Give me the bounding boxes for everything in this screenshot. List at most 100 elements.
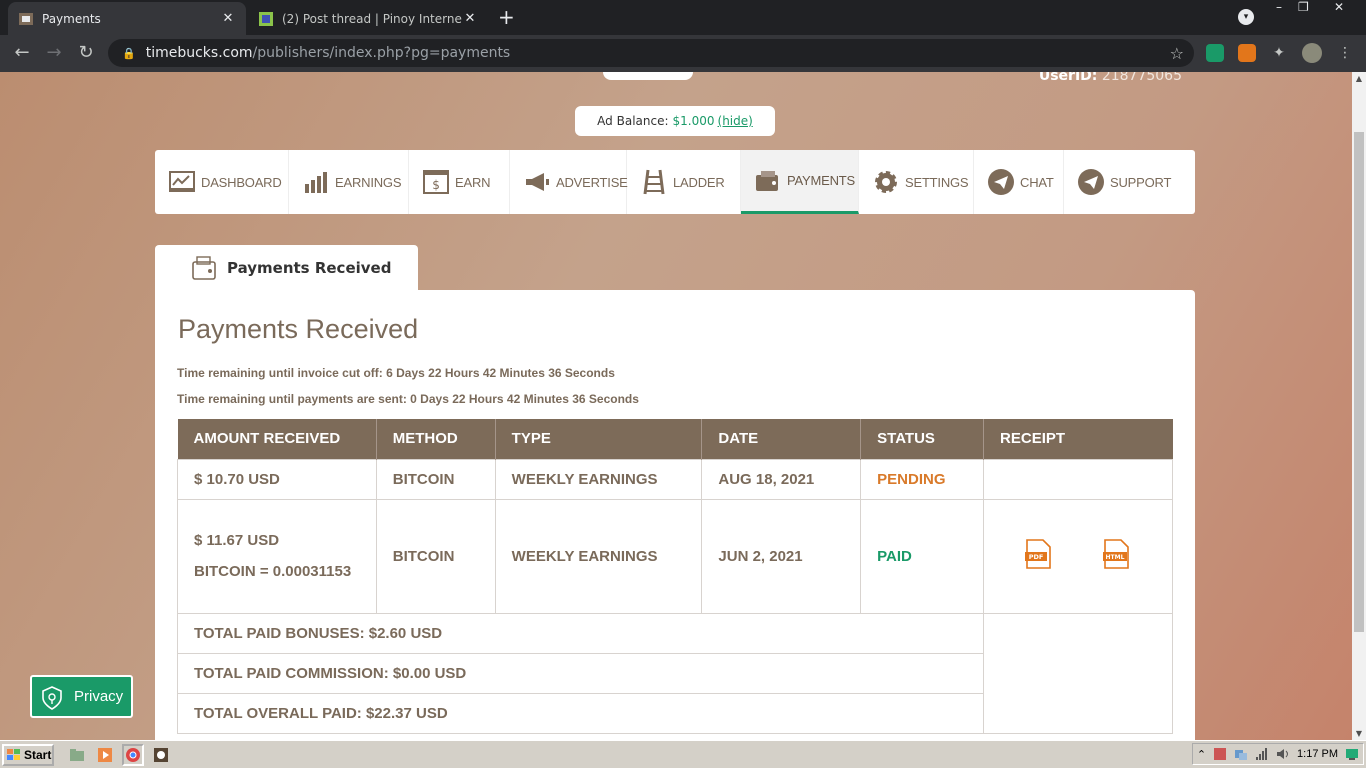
table-header-row: AMOUNT RECEIVED METHOD TYPE DATE STATUS … [177,419,1173,459]
nav-label: ADVERTISE [556,174,628,190]
media-player-icon[interactable] [94,744,116,766]
table-row: $ 11.67 USD BITCOIN = 0.00031153 BITCOIN… [177,498,1173,614]
scrollbar-thumb[interactable] [1354,132,1364,632]
extension-shield-icon[interactable] [1206,44,1224,62]
quick-launch [66,743,172,766]
receipt-cell [983,458,1173,500]
nav-label: LADDER [673,174,725,190]
column-header: RECEIPT [983,419,1173,459]
pdf-icon[interactable]: PDF [1024,539,1052,573]
status-badge: PENDING [860,458,985,500]
tab-payments-received[interactable]: Payments Received [155,245,418,291]
nav-label: CHAT [1020,174,1054,190]
nav-item-support[interactable]: SUPPORT [1064,150,1195,214]
start-button[interactable]: Start [2,743,54,766]
paper-plane-icon [988,169,1014,195]
invoice-cutoff-timer: Time remaining until invoice cut off: 6 … [177,366,615,380]
windows-logo-icon [7,748,21,761]
svg-text:HTML: HTML [1106,554,1125,561]
nav-item-chat[interactable]: CHAT [974,150,1064,214]
menu-dots-icon[interactable]: ⋮ [1336,44,1354,62]
top-badge [603,72,693,80]
date-cell: AUG 18, 2021 [701,458,862,500]
nav-label: SUPPORT [1110,174,1172,190]
url-host: timebucks.com [145,45,253,61]
scroll-up-icon[interactable]: ▲ [1352,74,1366,83]
fingerprint-lock-icon [40,685,64,710]
nav-label: EARN [455,174,491,190]
megaphone-icon [524,169,550,195]
volume-icon[interactable] [1276,747,1290,761]
html-icon[interactable]: HTML [1102,539,1130,573]
column-header: METHOD [376,419,496,459]
start-label: Start [24,747,52,762]
page-scrollbar[interactable]: ▲ ▼ [1352,72,1366,740]
file-manager-icon[interactable] [66,744,88,766]
system-tray: ⌃ 1:17 PM [1191,743,1364,765]
earn-icon: $ [423,169,449,195]
desktop-icon[interactable] [1345,747,1359,761]
clock: 1:17 PM [1297,748,1338,760]
hide-balance-link[interactable]: (hide) [718,114,753,128]
date-cell: JUN 2, 2021 [701,498,862,614]
signal-bars-icon[interactable] [1255,747,1269,761]
close-tab-icon[interactable]: ✕ [220,11,236,26]
reload-icon[interactable]: ↻ [74,41,98,65]
close-window-icon[interactable]: ✕ [1334,0,1354,14]
nav-item-earnings[interactable]: EARNINGS [289,150,409,214]
ad-balance-box: Ad Balance: $1.000 (hide) [575,106,775,136]
back-icon[interactable]: ← [10,41,34,65]
payments-sent-timer: Time remaining until payments are sent: … [177,392,639,406]
forward-icon[interactable]: → [42,41,66,65]
avatar[interactable] [1302,43,1322,63]
tray-expand-icon[interactable]: ⌃ [1197,748,1206,761]
nav-item-advertise[interactable]: ADVERTISE [510,150,628,214]
chevron-down-icon[interactable]: ▾ [1238,9,1254,25]
payments-table: AMOUNT RECEIVED METHOD TYPE DATE STATUS … [176,419,1173,734]
ad-balance-label: Ad Balance: [597,114,669,128]
tray-app-icon[interactable] [1213,747,1227,761]
lock-icon: 🔒 [122,46,136,60]
gear-icon [873,169,899,195]
method-cell: BITCOIN [375,498,496,614]
url-path: /publishers/index.php?pg=payments [252,45,511,61]
minimize-icon[interactable]: – [1276,0,1290,14]
type-cell: WEEKLY EARNINGS [494,498,703,614]
wallet-icon [755,168,781,194]
app-taskbar-icon[interactable] [150,744,172,766]
page-title: Payments Received [178,314,419,344]
main-navigation: DASHBOARD EARNINGS $ EARN ADVERTISE LADD… [155,150,1195,214]
total-overall: TOTAL OVERALL PAID: $22.37 USD [176,692,985,734]
user-id-label: UserID: [1038,72,1098,84]
nav-item-earn[interactable]: $ EARN [409,150,510,214]
privacy-button[interactable]: Privacy [30,675,133,718]
type-cell: WEEKLY EARNINGS [494,458,703,500]
browser-tab-pinoy[interactable]: (2) Post thread | Pinoy Internet and ✕ [248,2,488,35]
nav-item-payments[interactable]: PAYMENTS [741,150,859,214]
nav-item-ladder[interactable]: LADDER [627,150,741,214]
window-controls: – ❐ ✕ [1276,0,1354,14]
browser-tab-payments[interactable]: Payments ✕ [8,2,246,35]
site-favicon-icon [258,11,274,27]
column-header: STATUS [860,419,985,459]
nav-item-settings[interactable]: SETTINGS [859,150,974,214]
new-tab-icon[interactable]: + [498,7,515,27]
bookmark-star-icon[interactable]: ☆ [1170,44,1184,63]
amount-btc: BITCOIN = 0.00031153 [194,563,352,580]
ad-balance-value: $1.000 [672,114,715,128]
nav-label: SETTINGS [905,174,969,190]
address-bar[interactable]: 🔒 timebucks.com/publishers/index.php?pg=… [108,39,1194,67]
payments-panel: Payments Received Time remaining until i… [155,290,1195,740]
paper-plane-icon [1078,169,1104,195]
metamask-fox-icon[interactable] [1238,44,1256,62]
nav-label: PAYMENTS [787,173,855,188]
tray-network-icon[interactable] [1234,747,1248,761]
tab-title: (2) Post thread | Pinoy Internet and [282,11,462,26]
scroll-down-icon[interactable]: ▼ [1352,729,1366,738]
nav-item-dashboard[interactable]: DASHBOARD [155,150,289,214]
page-content: UserID: 218775065 Ad Balance: $1.000 (hi… [0,72,1352,740]
extensions-puzzle-icon[interactable]: ✦ [1270,44,1288,62]
chrome-taskbar-icon[interactable] [122,743,144,766]
close-tab-icon[interactable]: ✕ [462,11,478,26]
restore-icon[interactable]: ❐ [1298,0,1320,14]
